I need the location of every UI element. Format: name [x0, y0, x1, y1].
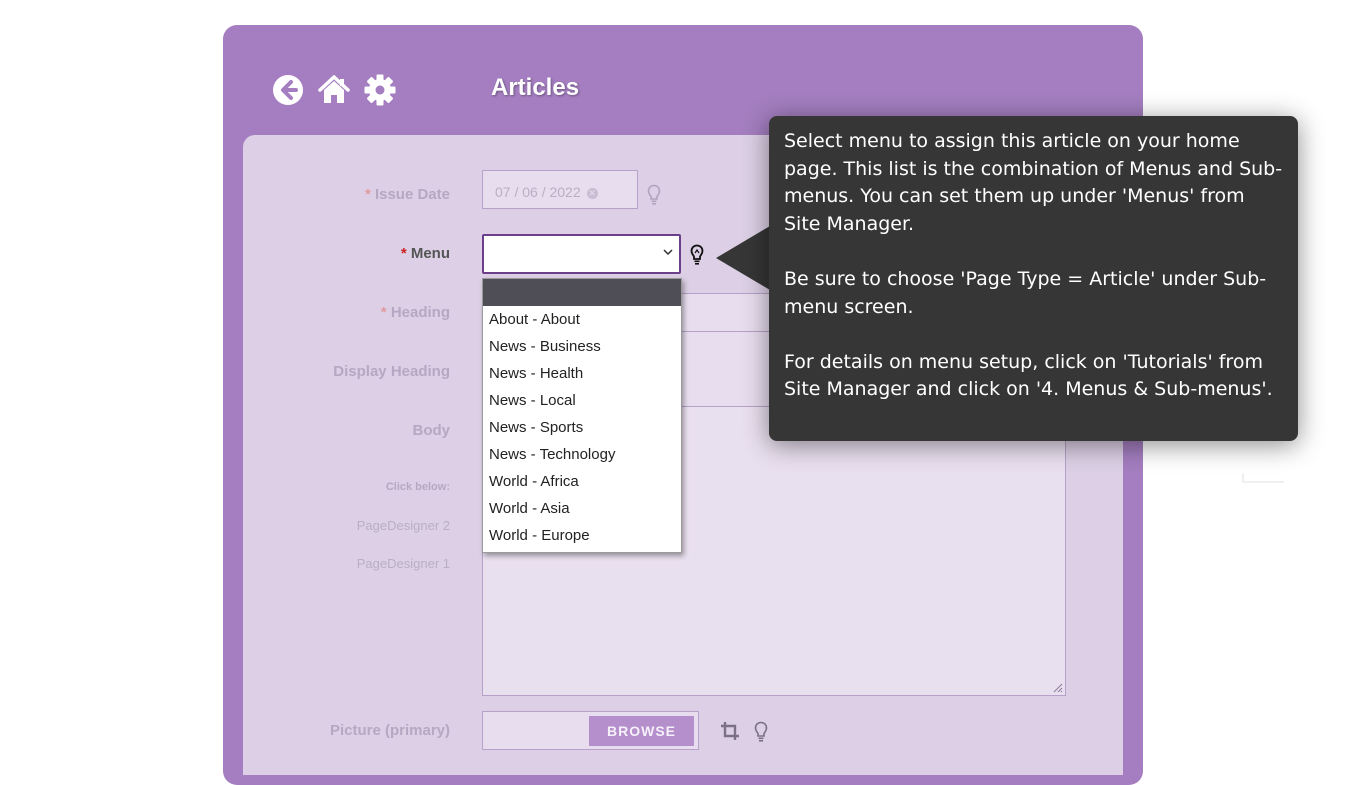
menu-dropdown-list[interactable]: About - About News - Business News - Hea…	[482, 278, 682, 553]
chevron-down-icon	[663, 249, 673, 256]
dropdown-option[interactable]: News - Health	[483, 360, 681, 387]
gear-icon[interactable]	[364, 74, 396, 106]
dropdown-option[interactable]: World - Asia	[483, 495, 681, 522]
dropdown-option[interactable]: News - Business	[483, 333, 681, 360]
decorative-corner	[1242, 473, 1284, 483]
menu-label: * Menu	[401, 245, 450, 262]
dropdown-option[interactable]: News - Technology	[483, 441, 681, 468]
issue-date-input[interactable]: 07 / 06 / 2022 ✕	[482, 170, 638, 209]
tooltip-paragraph: Be sure to choose 'Page Type = Article' …	[784, 267, 1267, 318]
issue-date-value: 07 / 06 / 2022	[495, 184, 581, 200]
tooltip-paragraph: Select menu to assign this article on yo…	[784, 130, 1283, 235]
lightbulb-hint-icon-active[interactable]	[690, 244, 704, 266]
menu-select[interactable]	[482, 234, 681, 274]
page-title: Articles	[491, 74, 580, 101]
issue-date-label-text: Issue Date	[374, 186, 450, 203]
dropdown-option[interactable]: World - Europe	[483, 522, 681, 549]
body-label: Body	[412, 422, 451, 439]
dropdown-option[interactable]: News - Local	[483, 387, 681, 414]
dropdown-option-empty[interactable]	[483, 279, 681, 306]
dropdown-option[interactable]: About - About	[483, 306, 681, 333]
heading-label: * Heading	[381, 304, 450, 321]
page-designer-1-link[interactable]: PageDesigner 1	[357, 556, 450, 571]
required-marker: *	[364, 186, 371, 203]
display-heading-label: Display Heading	[333, 363, 450, 380]
tooltip-arrow	[716, 226, 770, 290]
page-designer-2-link[interactable]: PageDesigner 2	[357, 518, 450, 533]
lightbulb-hint-icon[interactable]	[754, 721, 768, 743]
click-below-label: Click below:	[385, 481, 450, 493]
menu-label-text: Menu	[410, 245, 450, 262]
required-marker: *	[380, 304, 387, 321]
heading-label-text: Heading	[390, 304, 450, 321]
lightbulb-hint-icon[interactable]	[647, 184, 661, 206]
dropdown-option[interactable]: World - Africa	[483, 468, 681, 495]
help-tooltip: Select menu to assign this article on yo…	[769, 116, 1298, 441]
crop-icon[interactable]	[720, 721, 740, 741]
tooltip-paragraph: For details on menu setup, click on 'Tut…	[784, 350, 1273, 401]
required-marker: *	[400, 245, 407, 262]
home-icon[interactable]	[318, 74, 350, 106]
browse-button[interactable]: BROWSE	[589, 716, 694, 746]
picture-label: Picture (primary)	[329, 722, 450, 739]
resize-handle-icon[interactable]	[1051, 681, 1063, 693]
clear-date-icon[interactable]: ✕	[586, 188, 598, 199]
back-arrow-icon[interactable]	[272, 74, 304, 106]
issue-date-label: * Issue Date	[365, 186, 450, 203]
dropdown-option[interactable]: News - Sports	[483, 414, 681, 441]
